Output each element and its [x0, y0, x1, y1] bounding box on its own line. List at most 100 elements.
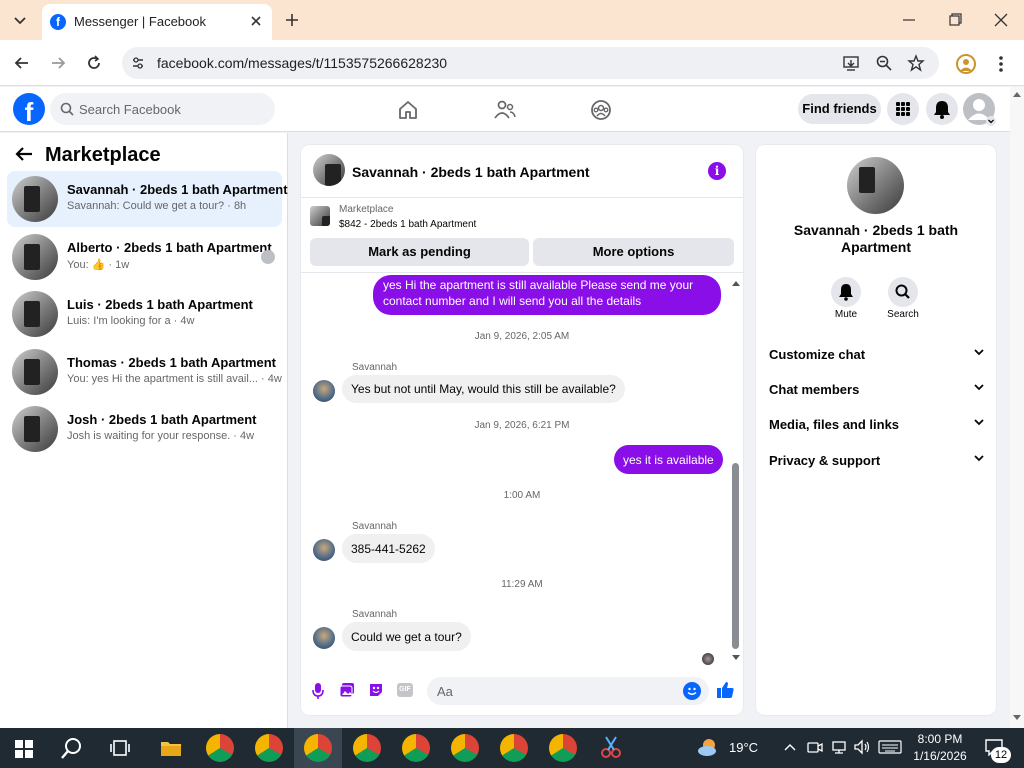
windows-start-icon[interactable]	[15, 740, 33, 758]
conversation-item[interactable]: Thomas · 2beds 1 bath Apartment You: yes…	[7, 344, 282, 400]
conversation-title: Thomas · 2beds 1 bath Apartment	[67, 355, 276, 370]
close-window-icon[interactable]	[992, 11, 1010, 29]
chat-members-item[interactable]: Chat members	[769, 382, 984, 402]
weather-temperature[interactable]: 19°C	[729, 740, 758, 755]
privacy-support-item[interactable]: Privacy & support	[769, 453, 984, 473]
thumbs-up-icon[interactable]	[715, 680, 735, 700]
customize-chat-item[interactable]: Customize chat	[769, 347, 984, 367]
conversation-preview: Luis: I'm looking for a · 4w	[67, 315, 195, 327]
outgoing-message[interactable]: yes it is available	[614, 445, 723, 474]
new-tab-icon[interactable]	[282, 10, 302, 30]
mute-button[interactable]	[831, 277, 861, 307]
timestamp: 1:00 AM	[503, 490, 541, 501]
clock-time[interactable]: 8:00 PM	[912, 732, 968, 746]
chevron-down-icon	[974, 417, 984, 427]
contact-listing-photo[interactable]	[847, 157, 904, 214]
keyboard-icon[interactable]	[878, 740, 902, 754]
task-view-icon[interactable]	[110, 738, 130, 758]
sender-avatar[interactable]	[313, 380, 335, 402]
chrome-app-icon[interactable]	[353, 734, 381, 762]
emoji-icon[interactable]	[683, 682, 701, 700]
weather-icon[interactable]	[697, 736, 721, 758]
facebook-search-input[interactable]: Search Facebook	[50, 93, 275, 125]
listing-thumbnail	[12, 291, 58, 337]
restore-icon[interactable]	[946, 12, 964, 28]
conversation-item[interactable]: Luis · 2beds 1 bath Apartment Luis: I'm …	[7, 286, 282, 342]
more-options-button[interactable]: More options	[533, 238, 734, 266]
snipping-tool-icon[interactable]	[598, 734, 624, 760]
gif-icon[interactable]: GIF	[397, 683, 413, 697]
profile-icon[interactable]	[956, 54, 976, 74]
scroll-up-arrow[interactable]	[731, 279, 741, 287]
search-conversation-button[interactable]	[888, 277, 918, 307]
menu-grid-button[interactable]	[887, 93, 919, 125]
photo-icon[interactable]	[339, 682, 355, 698]
network-icon[interactable]	[831, 739, 847, 755]
zoom-icon[interactable]	[875, 54, 893, 72]
chrome-app-icon[interactable]	[206, 734, 234, 762]
media-files-links-item[interactable]: Media, files and links	[769, 417, 984, 437]
browser-tab[interactable]: f Messenger | Facebook	[42, 4, 272, 40]
tab-close-icon[interactable]	[247, 12, 265, 30]
conversation-title: Luis · 2beds 1 bath Apartment	[67, 297, 253, 312]
back-arrow-icon[interactable]	[14, 145, 34, 163]
friends-icon[interactable]	[493, 99, 517, 121]
chrome-app-icon[interactable]	[451, 734, 479, 762]
taskbar-search-icon[interactable]	[60, 736, 84, 760]
listing-detail[interactable]: $842 - 2beds 1 bath Apartment	[339, 219, 476, 230]
outgoing-message[interactable]: yes Hi the apartment is still available …	[373, 275, 721, 315]
read-receipt-avatar	[702, 653, 714, 665]
bookmark-star-icon[interactable]	[907, 54, 925, 72]
account-avatar[interactable]	[963, 93, 997, 127]
chrome-app-icon[interactable]	[500, 734, 528, 762]
info-icon[interactable]: i	[708, 162, 726, 180]
listing-thumbnail	[12, 406, 58, 452]
conversation-item[interactable]: Alberto · 2beds 1 bath Apartment You: 👍 …	[7, 229, 282, 285]
message-input[interactable]: Aa	[427, 677, 709, 705]
back-icon[interactable]	[12, 53, 32, 73]
incoming-message[interactable]: Yes but not until May, would this still …	[342, 375, 625, 403]
incoming-message[interactable]: 385-441-5262	[342, 534, 435, 563]
file-explorer-icon[interactable]	[160, 738, 182, 758]
chrome-app-icon[interactable]	[402, 734, 430, 762]
page-scrollbar[interactable]	[1010, 87, 1024, 728]
mark-as-pending-button[interactable]: Mark as pending	[310, 238, 529, 266]
browser-menu-icon[interactable]	[996, 54, 1006, 74]
sticker-icon[interactable]	[368, 682, 384, 698]
sender-avatar[interactable]	[313, 627, 335, 649]
chrome-app-icon[interactable]	[304, 734, 332, 762]
timestamp: 11:29 AM	[501, 579, 543, 590]
message-input-placeholder: Aa	[437, 684, 453, 699]
site-info-icon[interactable]	[130, 55, 146, 71]
microphone-icon[interactable]	[311, 682, 325, 700]
conversation-item[interactable]: Savannah · 2beds 1 bath Apartment Savann…	[7, 171, 288, 227]
install-app-icon[interactable]	[842, 54, 860, 72]
chat-title[interactable]: Savannah · 2beds 1 bath Apartment	[352, 164, 590, 180]
clock-date[interactable]: 1/16/2026	[910, 749, 970, 763]
conversation-item[interactable]: Josh · 2beds 1 bath Apartment Josh is wa…	[7, 401, 282, 457]
scroll-down-arrow[interactable]	[731, 654, 741, 662]
incoming-message[interactable]: Could we get a tour?	[342, 622, 471, 651]
minimize-icon[interactable]	[900, 12, 918, 28]
notifications-bell-icon[interactable]	[926, 93, 958, 125]
scrollbar-thumb[interactable]	[732, 463, 739, 649]
meet-now-icon[interactable]	[807, 740, 823, 754]
address-bar[interactable]: facebook.com/messages/t/1153575266628230	[122, 47, 939, 79]
url-text: facebook.com/messages/t/1153575266628230	[157, 55, 448, 71]
tab-search-icon[interactable]	[10, 10, 30, 30]
find-friends-button[interactable]: Find friends	[798, 94, 881, 124]
search-label: Search	[887, 309, 919, 320]
chrome-app-icon[interactable]	[255, 734, 283, 762]
tray-chevron-up-icon[interactable]	[784, 742, 796, 752]
chrome-app-icon[interactable]	[549, 734, 577, 762]
chat-header-thumbnail[interactable]	[313, 154, 345, 186]
home-icon[interactable]	[397, 99, 419, 121]
groups-icon[interactable]	[589, 98, 613, 122]
conversation-title: Alberto · 2beds 1 bath Apartment	[67, 240, 272, 255]
volume-icon[interactable]	[853, 739, 871, 755]
facebook-logo-icon[interactable]: f	[13, 93, 45, 125]
listing-small-thumbnail	[310, 206, 330, 226]
reload-icon[interactable]	[84, 53, 104, 73]
sender-avatar[interactable]	[313, 539, 335, 561]
forward-icon[interactable]	[48, 53, 68, 73]
